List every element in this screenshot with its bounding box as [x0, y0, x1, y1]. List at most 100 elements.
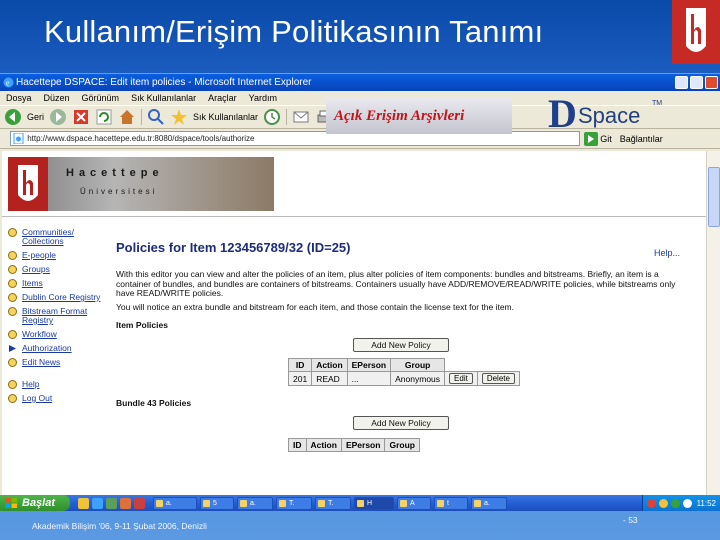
tray-language-icon[interactable] — [682, 498, 692, 508]
menu-item-file[interactable]: Dosya — [6, 91, 32, 105]
tray-network-icon[interactable] — [658, 498, 668, 508]
dspace-logo-d: D — [548, 91, 577, 136]
task-label: 5 — [213, 499, 217, 507]
help-link[interactable]: Help... — [654, 248, 680, 258]
home-icon[interactable] — [118, 108, 136, 126]
nav-workflow[interactable]: Workflow — [6, 330, 112, 339]
column-header: Action — [311, 358, 348, 372]
menu-item-favorites[interactable]: Sık Kullanılanlar — [131, 91, 196, 105]
policy-editor: Policies for Item 123456789/32 (ID=25) H… — [116, 228, 686, 452]
search-icon[interactable] — [147, 108, 165, 126]
taskbar-task[interactable]: T. — [276, 496, 312, 510]
table-header-row: ID Action EPerson Group — [287, 358, 520, 372]
nav-epeople[interactable]: E-people — [6, 251, 112, 260]
favorites-star-icon[interactable] — [170, 108, 188, 126]
task-icon — [318, 499, 325, 507]
taskbar-task[interactable]: T. — [315, 496, 351, 510]
mail-icon[interactable] — [292, 108, 310, 126]
column-header: Action — [305, 438, 342, 452]
taskbar-task[interactable]: a. — [237, 496, 273, 510]
stop-icon[interactable] — [72, 108, 90, 126]
bundle-policies-heading: Bundle 43 Policies — [116, 398, 192, 408]
nav-groups[interactable]: Groups — [6, 265, 112, 274]
bundle-add-new-policy-button[interactable]: Add New Policy — [353, 416, 449, 430]
quick-launch-desktop-icon[interactable] — [106, 497, 117, 509]
delete-policy-button[interactable]: Delete — [481, 373, 515, 384]
tray-antivirus-icon[interactable] — [646, 498, 656, 508]
links-label[interactable]: Bağlantılar — [620, 134, 663, 144]
nav-label: Groups — [22, 264, 50, 274]
task-icon — [203, 499, 210, 507]
quick-launch-media-icon[interactable] — [120, 497, 131, 509]
nav-edit-news[interactable]: Edit News — [6, 358, 112, 367]
hacettepe-banner: Hacettepe Üniversitesi — [8, 157, 274, 211]
policy-eperson: ... — [346, 371, 392, 386]
nav-help[interactable]: Help — [6, 380, 112, 389]
menu-item-tools[interactable]: Araçlar — [208, 91, 237, 105]
taskbar-clock[interactable]: 11:52 — [697, 499, 716, 508]
hacettepe-subtitle: Üniversitesi — [80, 187, 158, 196]
minimize-button[interactable] — [675, 76, 688, 89]
menu-item-edit[interactable]: Düzen — [44, 91, 70, 105]
close-button[interactable] — [705, 76, 718, 89]
nav-authorization[interactable]: Authorization — [6, 344, 112, 353]
refresh-icon[interactable] — [95, 108, 113, 126]
taskbar-task-active[interactable]: H — [354, 496, 394, 510]
nav-bitstream-format-registry[interactable]: Bitstream Format Registry — [6, 307, 112, 325]
favorites-button-label[interactable]: Sık Kullanılanlar — [193, 112, 258, 122]
admin-sidebar: Communities/ Collections E-people Groups… — [6, 228, 112, 408]
nav-dublin-core-registry[interactable]: Dublin Core Registry — [6, 293, 112, 302]
policy-action: READ — [311, 371, 348, 386]
nav-communities[interactable]: Communities/ Collections — [6, 228, 112, 246]
nav-log-out[interactable]: Log Out — [6, 394, 112, 403]
taskbar-task[interactable]: t — [434, 496, 468, 510]
column-header: Group — [384, 438, 420, 452]
nav-items[interactable]: Items — [6, 279, 112, 288]
maximize-button[interactable] — [690, 76, 703, 89]
nav-label: Workflow — [22, 329, 57, 339]
slide-footer-conference: Akademik Bilişim '06, 9-11 Şubat 2006, D… — [32, 521, 207, 531]
tray-volume-icon[interactable] — [670, 498, 680, 508]
taskbar-task[interactable]: A — [397, 496, 431, 510]
nav-label: Log Out — [22, 393, 53, 403]
table-header-row: ID Action EPerson Group — [288, 438, 420, 452]
task-label: T. — [289, 499, 295, 507]
edit-policy-button[interactable]: Edit — [449, 373, 473, 384]
license-note: You will notice an extra bundle and bits… — [116, 301, 514, 312]
quick-launch — [78, 497, 145, 509]
nav-label: Help — [22, 379, 40, 389]
taskbar-task[interactable]: 5 — [200, 496, 234, 510]
policy-group: Anonymous — [390, 371, 446, 386]
quick-launch-folder-icon[interactable] — [78, 497, 89, 509]
quick-launch-ie-icon[interactable] — [92, 497, 103, 509]
menu-item-view[interactable]: Görünüm — [82, 91, 120, 105]
task-icon — [437, 499, 444, 507]
history-icon[interactable] — [263, 108, 281, 126]
add-new-policy-button[interactable]: Add New Policy — [353, 338, 449, 352]
system-tray: 11:52 — [641, 495, 720, 511]
nav-label: Items — [22, 278, 43, 288]
vertical-scrollbar[interactable] — [706, 151, 720, 495]
forward-arrow-icon[interactable] — [49, 108, 67, 126]
start-button[interactable]: Başlat — [0, 495, 70, 511]
task-label: a. — [250, 499, 256, 507]
back-button-label[interactable]: Geri — [27, 112, 44, 122]
edit-cell: Edit — [444, 371, 478, 386]
back-arrow-icon[interactable] — [4, 108, 22, 126]
taskbar-task[interactable]: a. — [471, 496, 507, 510]
task-label: T. — [328, 499, 334, 507]
hacettepe-logo-icon — [672, 0, 720, 64]
nav-bullet-icon — [8, 394, 17, 403]
task-label: A — [410, 499, 415, 507]
nav-bullet-icon — [8, 307, 17, 316]
column-header: EPerson — [346, 358, 392, 372]
taskbar-task[interactable]: a. — [153, 496, 197, 510]
scrollbar-thumb[interactable] — [708, 167, 720, 227]
start-label: Başlat — [22, 497, 56, 509]
quick-launch-app-icon[interactable] — [134, 497, 145, 509]
delete-cell: Delete — [476, 371, 520, 386]
nav-label: Dublin Core Registry — [22, 292, 101, 302]
task-icon — [279, 499, 286, 507]
task-icon — [156, 499, 163, 507]
menu-item-help[interactable]: Yardım — [249, 91, 277, 105]
